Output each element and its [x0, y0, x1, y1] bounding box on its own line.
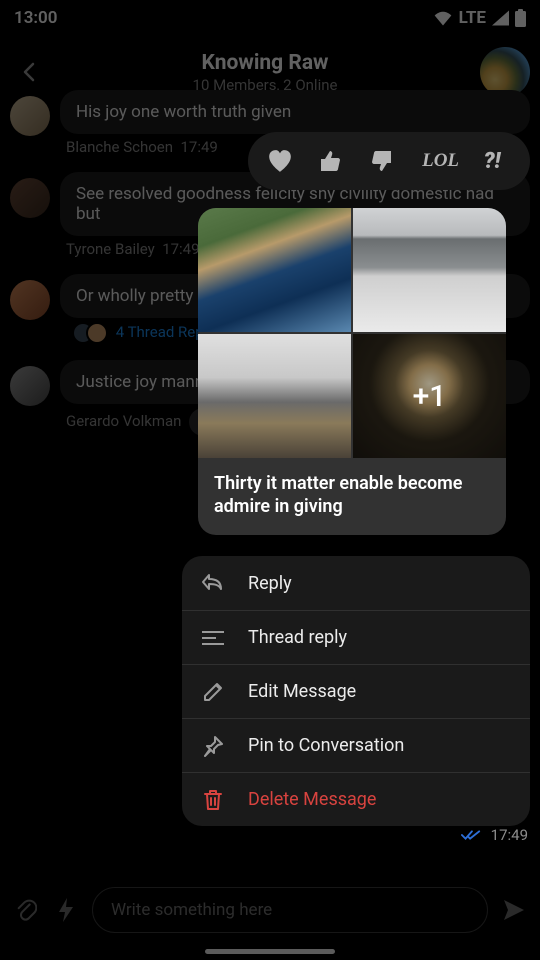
outgoing-time: 17:49: [491, 826, 528, 844]
message-preview-card: +1 Thirty it matter enable become admire…: [198, 208, 506, 535]
menu-label: Reply: [248, 573, 292, 594]
react-question[interactable]: ?!: [473, 149, 511, 174]
outgoing-meta: 17:49: [461, 826, 528, 844]
thread-icon: [200, 625, 226, 651]
read-receipt-icon: [461, 829, 481, 841]
reaction-picker: LOL ?!: [248, 132, 530, 190]
react-lol[interactable]: LOL: [422, 150, 460, 172]
image-grid: +1: [198, 208, 506, 458]
menu-delete[interactable]: Delete Message: [182, 772, 530, 826]
more-images-overlay: +1: [353, 334, 506, 458]
menu-pin[interactable]: Pin to Conversation: [182, 718, 530, 772]
context-menu: Reply Thread reply Edit Message Pin to C…: [182, 556, 530, 826]
preview-image-2[interactable]: [353, 208, 506, 332]
menu-label: Pin to Conversation: [248, 735, 404, 756]
preview-image-3[interactable]: [198, 334, 351, 458]
menu-thread-reply[interactable]: Thread reply: [182, 610, 530, 664]
react-thumbs-down[interactable]: [370, 149, 408, 173]
reply-icon: [200, 570, 226, 596]
menu-label: Thread reply: [248, 627, 347, 648]
menu-label: Delete Message: [248, 789, 376, 810]
react-thumbs-up[interactable]: [318, 149, 356, 173]
preview-image-4[interactable]: +1: [353, 334, 506, 458]
menu-edit[interactable]: Edit Message: [182, 664, 530, 718]
pin-icon: [200, 733, 226, 759]
menu-reply[interactable]: Reply: [182, 556, 530, 610]
menu-label: Edit Message: [248, 681, 356, 702]
preview-image-1[interactable]: [198, 208, 351, 332]
react-heart[interactable]: [267, 149, 305, 173]
trash-icon: [200, 787, 226, 813]
preview-caption: Thirty it matter enable become admire in…: [198, 458, 506, 535]
pencil-icon: [200, 679, 226, 705]
